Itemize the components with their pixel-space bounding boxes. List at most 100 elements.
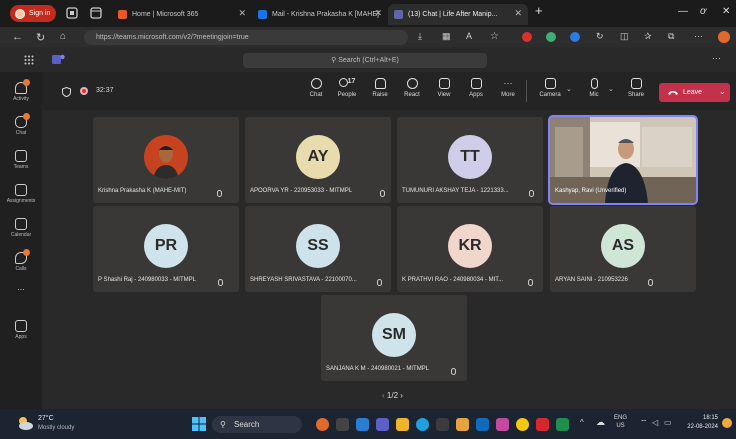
- mic-button[interactable]: Mic: [580, 78, 608, 98]
- participant-tile[interactable]: Krishna Prakasha K (MAHE-MIT): [93, 117, 239, 203]
- close-tab-icon[interactable]: ✕: [514, 8, 522, 19]
- split-screen-icon[interactable]: ◫: [620, 31, 629, 42]
- windows-start-icon[interactable]: [192, 417, 206, 431]
- participant-tile[interactable]: SS SHREYASH SRIVASTAVA - 22100070...: [245, 206, 391, 292]
- next-page-icon[interactable]: ›: [400, 391, 403, 400]
- workspaces-icon[interactable]: [66, 7, 78, 19]
- teams-app-icon[interactable]: [376, 418, 389, 431]
- new-tab-icon[interactable]: +: [535, 3, 543, 18]
- apps-button[interactable]: Apps: [462, 78, 490, 98]
- participant-tile[interactable]: KR K PRATHVI RAO - 240980034 - MIT...: [397, 206, 543, 292]
- view-label: View: [437, 92, 451, 98]
- mail-app-icon[interactable]: [356, 418, 369, 431]
- task-view-icon[interactable]: [336, 418, 349, 431]
- taskbar-search[interactable]: ⚲ Search: [212, 416, 302, 433]
- tab-microsoft-365[interactable]: Home | Microsoft 365 ✕: [112, 4, 252, 25]
- battery-icon[interactable]: ▭: [664, 418, 672, 427]
- extension-icon[interactable]: [522, 32, 532, 42]
- file-explorer-icon[interactable]: [396, 418, 409, 431]
- excel-app-icon[interactable]: [556, 418, 569, 431]
- extension-icon[interactable]: [570, 32, 580, 42]
- teams-search-input[interactable]: ⚲ Search (Ctrl+Alt+E): [243, 53, 487, 68]
- tab-teams-chat[interactable]: (13) Chat | Life After Manip... ✕: [388, 4, 528, 25]
- refresh-page-icon[interactable]: ↻: [596, 31, 604, 42]
- camera-options-chevron-icon[interactable]: ⌄: [566, 85, 572, 93]
- more-options-icon[interactable]: ···: [712, 53, 721, 63]
- raise-hand-button[interactable]: Raise: [366, 78, 394, 98]
- refresh-icon[interactable]: ↻: [36, 31, 45, 44]
- volume-icon[interactable]: ◁: [652, 418, 658, 427]
- participant-avatar: AY: [296, 135, 340, 179]
- favorites-icon[interactable]: ✰: [644, 31, 652, 42]
- close-tab-icon[interactable]: ✕: [374, 8, 382, 19]
- app-icon[interactable]: [496, 418, 509, 431]
- language-indicator[interactable]: ENG US: [614, 414, 627, 430]
- rail-item-activity[interactable]: Activity: [0, 78, 42, 110]
- rail-item-more[interactable]: ...: [0, 282, 42, 314]
- close-window-icon[interactable]: ✕: [722, 6, 730, 17]
- more-button[interactable]: ··· More: [494, 78, 522, 98]
- clock[interactable]: 18:15 22-08-2024: [682, 414, 718, 432]
- react-button[interactable]: React: [398, 78, 426, 98]
- people-button[interactable]: 17 People: [333, 78, 361, 98]
- rail-item-calendar[interactable]: Calendar: [0, 214, 42, 246]
- camera-button[interactable]: Camera: [536, 78, 564, 98]
- participant-tile[interactable]: TT TUMUNURI AKSHAY TEJA - 1221333...: [397, 117, 543, 203]
- extension-icon[interactable]: [546, 32, 556, 42]
- participant-tile[interactable]: SM SANJANA K M - 240980021 - MITMPL: [321, 295, 467, 381]
- participant-tile[interactable]: AS ARYAN SAINI - 210953226: [550, 206, 696, 292]
- weather-cloud-icon[interactable]: [16, 415, 34, 431]
- favorite-star-icon[interactable]: ☆: [490, 31, 499, 42]
- leave-options-chevron-icon[interactable]: ⌄: [719, 87, 726, 96]
- toolbar-divider: [526, 80, 527, 102]
- restore-icon[interactable]: ơ: [700, 6, 706, 17]
- close-tab-icon[interactable]: ✕: [238, 8, 246, 19]
- download-icon[interactable]: ⤓: [418, 31, 422, 42]
- rail-item-teams[interactable]: Teams: [0, 146, 42, 178]
- tab-mail[interactable]: Mail - Krishna Prakasha K [MAHE] ✕: [252, 4, 388, 25]
- chat-button[interactable]: Chat: [302, 78, 330, 98]
- browser-tab-bar: Sign in Home | Microsoft 365 ✕ Mail - Kr…: [0, 0, 736, 27]
- leave-button[interactable]: Leave ⌄: [659, 83, 730, 102]
- gallery-pager: ‹ 1/2 ›: [382, 391, 403, 400]
- tab-label: (13) Chat | Life After Manip...: [408, 11, 498, 18]
- onedrive-icon[interactable]: ☁: [596, 417, 605, 428]
- camera-off-icon: [544, 78, 556, 89]
- collections-icon[interactable]: ⧉: [668, 31, 674, 42]
- people-count: 17: [347, 78, 356, 85]
- back-icon[interactable]: ←: [12, 31, 23, 43]
- word-app-icon[interactable]: [476, 418, 489, 431]
- chrome-app-icon[interactable]: [516, 418, 529, 431]
- phone-icon: [15, 249, 30, 264]
- rail-item-chat[interactable]: Chat: [0, 112, 42, 144]
- tab-actions-icon[interactable]: [90, 7, 102, 19]
- mic-options-chevron-icon[interactable]: ⌄: [608, 85, 614, 93]
- minimize-icon[interactable]: —: [678, 6, 688, 17]
- rail-label: Apps: [15, 334, 27, 340]
- rail-item-apps[interactable]: Apps: [0, 316, 42, 348]
- share-button[interactable]: Share: [622, 78, 650, 98]
- view-button[interactable]: View: [430, 78, 458, 98]
- show-hidden-icons-chevron-icon[interactable]: ^: [580, 418, 584, 427]
- participant-tile-active-video[interactable]: Kashyap, Ravi (Unverified): [548, 115, 698, 205]
- notification-bell-icon[interactable]: [722, 418, 732, 428]
- wifi-icon[interactable]: ⌔: [640, 418, 648, 428]
- app-icon[interactable]: [456, 418, 469, 431]
- store-app-icon[interactable]: [436, 418, 449, 431]
- copilot-app-icon[interactable]: [316, 418, 329, 431]
- url-field[interactable]: https://teams.microsoft.com/v2/?meetingj…: [84, 30, 408, 45]
- copilot-icon[interactable]: [718, 31, 730, 43]
- more-menu-icon[interactable]: ···: [694, 31, 703, 41]
- read-aloud-icon[interactable]: A: [466, 31, 472, 41]
- rail-item-calls[interactable]: Calls: [0, 248, 42, 280]
- participant-tile[interactable]: AY APOORVA YR - 220953033 - MITMPL: [245, 117, 391, 203]
- edge-browser-icon[interactable]: [416, 418, 429, 431]
- app-launcher-icon[interactable]: [24, 55, 34, 65]
- shield-icon[interactable]: [62, 87, 71, 97]
- participant-tile[interactable]: PR P Shashi Raj - 240980033 - MITMPL: [93, 206, 239, 292]
- rail-item-assignments[interactable]: Assignments: [0, 180, 42, 212]
- profile-signin-button[interactable]: Sign in: [10, 5, 56, 22]
- home-icon[interactable]: ⌂: [60, 31, 66, 42]
- acrobat-app-icon[interactable]: [536, 418, 549, 431]
- app-available-icon[interactable]: ▦: [442, 31, 451, 42]
